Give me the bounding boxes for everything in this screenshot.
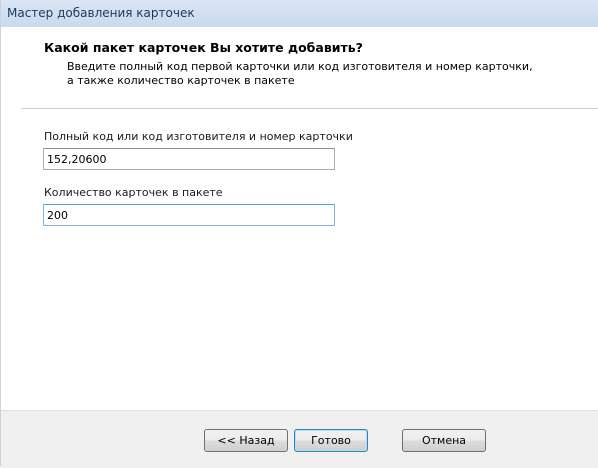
full-code-label: Полный код или код изготовителя и номер … [44,130,353,143]
wizard-header: Какой пакет карточек Вы хотите добавить?… [1,27,598,109]
cancel-button[interactable]: Отмена [402,429,486,452]
wizard-content: Полный код или код изготовителя и номер … [1,109,598,409]
title-bar[interactable]: Мастер добавления карточек [1,0,598,27]
page-title: Какой пакет карточек Вы хотите добавить? [44,40,363,55]
window-title: Мастер добавления карточек [7,6,195,20]
finish-button[interactable]: Готово [294,429,368,452]
wizard-window: Мастер добавления карточек Какой пакет к… [0,0,598,468]
page-description: Введите полный код первой карточки или к… [67,60,533,87]
full-code-input[interactable] [43,148,335,170]
quantity-label: Количество карточек в пакете [44,186,223,199]
back-button[interactable]: << Назад [204,429,288,452]
wizard-footer: << Назад Готово Отмена [1,410,598,468]
quantity-input[interactable] [43,204,335,226]
